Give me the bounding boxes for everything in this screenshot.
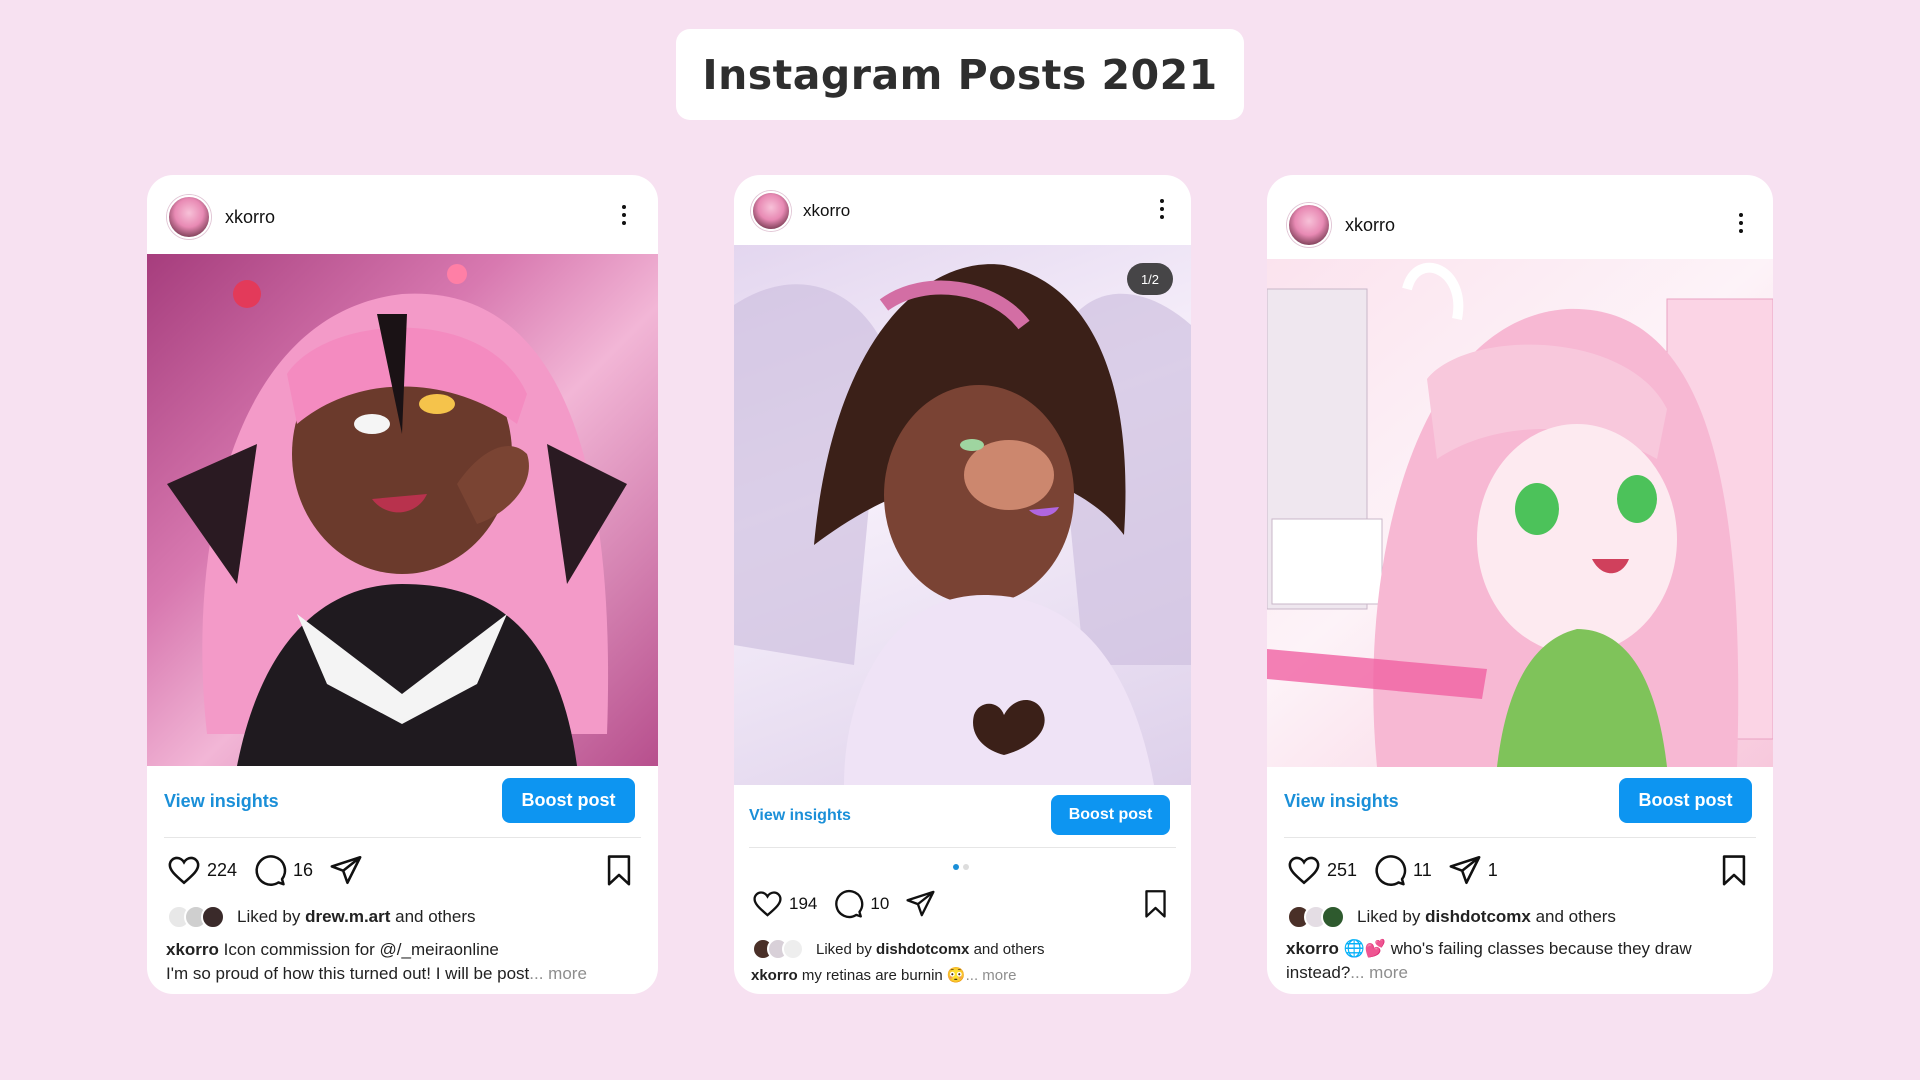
liked-by-avatars <box>1287 905 1345 929</box>
share-count: 1 <box>1487 859 1498 880</box>
share-icon[interactable] <box>1448 853 1482 887</box>
caption-text: my retinas are burnin 😳 <box>801 967 966 984</box>
liked-by-row: Liked by dishdotcomx and others <box>752 938 1044 960</box>
post-card-3: xkorro View insights Boost post 251 11 1 <box>1267 175 1773 994</box>
more-link[interactable]: ... more <box>529 964 587 983</box>
like-count: 194 <box>789 893 818 913</box>
username[interactable]: xkorro <box>225 207 275 228</box>
share-icon[interactable] <box>329 853 363 887</box>
view-insights-link[interactable]: View insights <box>1284 791 1399 812</box>
boost-post-button[interactable]: Boost post <box>502 778 635 823</box>
artwork-illustration <box>167 264 627 766</box>
caption-user[interactable]: xkorro <box>751 967 798 984</box>
more-options-icon[interactable] <box>1160 199 1166 219</box>
more-link[interactable]: ... more <box>1350 963 1408 982</box>
liked-by-suffix: and others <box>395 907 476 926</box>
like-count: 251 <box>1327 859 1358 880</box>
view-insights-link[interactable]: View insights <box>164 791 279 812</box>
post-actions: 194 10 <box>752 888 936 919</box>
comment-icon[interactable] <box>253 853 287 887</box>
liked-by-avatars <box>167 905 225 929</box>
artwork-illustration <box>734 264 1191 785</box>
share-icon[interactable] <box>905 888 936 919</box>
avatar[interactable] <box>167 195 211 239</box>
username[interactable]: xkorro <box>1345 215 1395 236</box>
comment-icon[interactable] <box>1373 853 1407 887</box>
liked-by-row: Liked by dishdotcomx and others <box>1287 905 1616 929</box>
more-options-icon[interactable] <box>622 205 628 225</box>
caption: xkorro my retinas are burnin 😳... more <box>751 964 1181 988</box>
post-image[interactable] <box>734 245 1191 785</box>
page-title: Instagram Posts 2021 <box>702 50 1218 99</box>
liked-by-prefix: Liked by <box>237 907 301 926</box>
heart-icon[interactable] <box>1287 853 1321 887</box>
liked-by-row: Liked by drew.m.art and others <box>167 905 475 929</box>
post-image[interactable] <box>147 254 658 766</box>
bookmark-icon[interactable] <box>1140 888 1171 924</box>
divider <box>749 847 1176 848</box>
page-title-box: Instagram Posts 2021 <box>676 29 1244 120</box>
comment-count: 16 <box>293 859 314 880</box>
post-header: xkorro <box>167 195 638 239</box>
boost-post-button[interactable]: Boost post <box>1619 778 1752 823</box>
caption-text: 🌐💕 who's failing classes because they dr… <box>1343 939 1692 958</box>
post-card-2: xkorro 1/2 View insights Boost post 194 … <box>734 175 1191 994</box>
artwork-illustration <box>1267 262 1773 767</box>
liked-by-avatars <box>752 938 804 960</box>
heart-icon[interactable] <box>167 853 201 887</box>
caption-user[interactable]: xkorro <box>1286 939 1339 958</box>
liked-by-suffix: and others <box>973 940 1045 958</box>
caption: xkorro Icon commission for @/_meiraonlin… <box>166 938 646 986</box>
post-card-1: xkorro View insights Boost post 224 16 L… <box>147 175 658 994</box>
liked-by-user[interactable]: dishdotcomx <box>876 941 969 958</box>
carousel-dot[interactable] <box>963 864 969 870</box>
view-insights-link[interactable]: View insights <box>749 807 851 825</box>
heart-icon[interactable] <box>752 888 783 919</box>
caption-user[interactable]: xkorro <box>166 940 219 959</box>
post-image[interactable] <box>1267 259 1773 767</box>
post-actions: 251 11 1 <box>1287 853 1514 887</box>
liked-by-user[interactable]: drew.m.art <box>305 907 390 927</box>
avatar[interactable] <box>1287 203 1331 247</box>
caption-text-2: instead? <box>1286 963 1351 982</box>
divider <box>1284 837 1756 838</box>
bookmark-icon[interactable] <box>1717 853 1751 892</box>
username[interactable]: xkorro <box>803 201 850 221</box>
post-header: xkorro <box>1287 203 1753 247</box>
more-options-icon[interactable] <box>1739 213 1745 233</box>
caption: xkorro 🌐💕 who's failing classes because … <box>1286 937 1756 985</box>
liked-by-prefix: Liked by <box>1357 907 1421 926</box>
comment-count: 10 <box>870 893 890 913</box>
boost-post-button[interactable]: Boost post <box>1051 795 1170 835</box>
comment-count: 11 <box>1413 859 1432 880</box>
bookmark-icon[interactable] <box>602 853 636 892</box>
caption-text: Icon commission for @/_meiraonline <box>223 940 499 959</box>
caption-text-2: I'm so proud of how this turned out! I w… <box>166 964 530 983</box>
comment-icon[interactable] <box>833 888 864 919</box>
carousel-counter: 1/2 <box>1127 263 1173 295</box>
liked-by-suffix: and others <box>1535 907 1616 926</box>
divider <box>164 837 641 838</box>
liked-by-prefix: Liked by <box>816 940 872 958</box>
avatar[interactable] <box>751 191 791 231</box>
post-actions: 224 16 <box>167 853 363 887</box>
carousel-dot-active[interactable] <box>953 864 959 870</box>
liked-by-user[interactable]: dishdotcomx <box>1425 907 1531 927</box>
like-count: 224 <box>207 859 238 880</box>
more-link[interactable]: ... more <box>966 967 1017 984</box>
carousel-dots <box>953 864 969 870</box>
post-header: xkorro <box>751 191 1174 231</box>
